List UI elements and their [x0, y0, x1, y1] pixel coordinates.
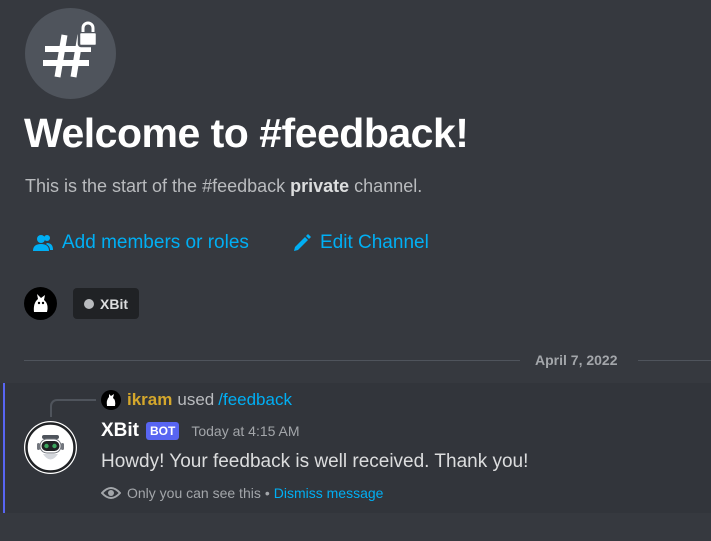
people-icon [33, 235, 53, 251]
date-divider-line [638, 360, 711, 361]
member-chip-name: XBit [100, 295, 128, 312]
description-private: private [290, 176, 350, 196]
pencil-icon [294, 234, 311, 251]
status-dot-icon [84, 298, 94, 309]
member-avatar[interactable] [24, 287, 57, 320]
channel-description: This is the start of the #feedback priva… [25, 176, 422, 197]
message-content: Howdy! Your feedback is well received. T… [101, 451, 529, 472]
reply-spine [50, 399, 96, 417]
reply-username[interactable]: ikram [127, 390, 172, 410]
message-author[interactable]: XBit [101, 420, 139, 442]
reply-user-avatar[interactable] [101, 390, 121, 410]
bot-tag-badge: BOT [146, 422, 180, 440]
ephemeral-notice: Only you can see this • Dismiss message [101, 485, 383, 501]
interaction-reference: ikram used /feedback [101, 390, 292, 410]
date-divider: April 7, 2022 [535, 352, 618, 368]
slash-command-link[interactable]: /feedback [218, 390, 292, 410]
add-members-button[interactable]: Add members or roles [33, 232, 249, 254]
description-prefix: This is the start of the #feedback [25, 176, 291, 196]
message-highlight-bar [3, 383, 5, 513]
bot-avatar[interactable] [24, 421, 77, 474]
private-channel-icon [25, 8, 116, 99]
page-title: Welcome to #feedback! [24, 110, 469, 156]
message-timestamp: Today at 4:15 AM [191, 423, 300, 439]
edit-channel-button[interactable]: Edit Channel [293, 232, 429, 254]
ephemeral-note: Only you can see this [127, 485, 261, 501]
add-members-label: Add members or roles [62, 232, 249, 253]
dismiss-message-link[interactable]: Dismiss message [274, 485, 384, 501]
edit-channel-label: Edit Channel [320, 232, 429, 253]
description-suffix: channel. [349, 176, 423, 196]
member-chip[interactable]: XBit [73, 288, 139, 319]
chat-view: Welcome to #feedback! This is the start … [0, 0, 711, 541]
reply-used-text: used [177, 390, 215, 409]
date-divider-line [24, 360, 520, 361]
eye-icon [101, 487, 121, 499]
message-header: XBit BOT Today at 4:15 AM [101, 420, 300, 442]
ephemeral-separator: • [264, 485, 270, 501]
